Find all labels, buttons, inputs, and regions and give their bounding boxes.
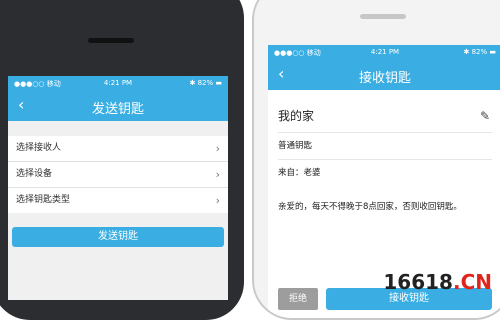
pencil-icon[interactable]: ✎ bbox=[480, 100, 490, 132]
list-item-select-recipient[interactable]: 选择接收人 › bbox=[8, 136, 228, 162]
speaker-grille bbox=[88, 38, 134, 43]
status-bar: ●●●○○ 移动 4:21 PM ✱ 82% ▬ bbox=[268, 45, 500, 60]
key-type: 普通钥匙 bbox=[278, 133, 492, 160]
send-key-button[interactable]: 发送钥匙 bbox=[12, 227, 224, 247]
watermark-number: 16618 bbox=[383, 270, 453, 294]
reject-button[interactable]: 拒绝 bbox=[278, 288, 318, 310]
speaker-grille bbox=[360, 14, 406, 19]
watermark-suffix: .CN bbox=[452, 270, 492, 294]
send-options-list: 选择接收人 › 选择设备 › 选择钥匙类型 › bbox=[8, 136, 228, 213]
send-key-screen: ●●●○○ 移动 4:21 PM ✱ 82% ▬ ‹ 发送钥匙 选择接收人 › … bbox=[8, 76, 228, 300]
list-item-select-device[interactable]: 选择设备 › bbox=[8, 162, 228, 188]
battery-indicator: ✱ 82% ▬ bbox=[189, 79, 223, 87]
site-watermark: 16618.CN bbox=[383, 270, 492, 294]
list-item-label: 选择设备 bbox=[16, 169, 53, 179]
phone-send-key: ●●●○○ 移动 4:21 PM ✱ 82% ▬ ‹ 发送钥匙 选择接收人 › … bbox=[0, 0, 244, 320]
status-bar: ●●●○○ 移动 4:21 PM ✱ 82% ▬ bbox=[8, 76, 228, 91]
key-detail-card: 我的家 ✎ 普通钥匙 来自：老婆 亲爱的，每天不得晚于8点回家，否则收回钥匙。 bbox=[268, 100, 500, 212]
list-item-select-key-type[interactable]: 选择钥匙类型 › bbox=[8, 188, 228, 213]
key-name: 我的家 bbox=[278, 109, 315, 123]
battery-indicator: ✱ 82% ▬ bbox=[463, 48, 497, 56]
chevron-right-icon: › bbox=[215, 168, 220, 181]
chevron-right-icon: › bbox=[215, 194, 220, 207]
nav-bar: ‹ 发送钥匙 bbox=[8, 91, 228, 121]
page-title: 发送钥匙 bbox=[91, 102, 144, 117]
key-message: 亲爱的，每天不得晚于8点回家，否则收回钥匙。 bbox=[278, 202, 462, 212]
list-item-label: 选择钥匙类型 bbox=[16, 195, 71, 205]
key-sender: 来自：老婆 bbox=[278, 168, 321, 178]
key-name-row: 我的家 ✎ bbox=[278, 100, 492, 133]
nav-bar: ‹ 接收钥匙 bbox=[268, 60, 500, 90]
list-item-label: 选择接收人 bbox=[16, 143, 62, 153]
page-title: 接收钥匙 bbox=[358, 71, 411, 86]
chevron-right-icon: › bbox=[215, 142, 220, 155]
